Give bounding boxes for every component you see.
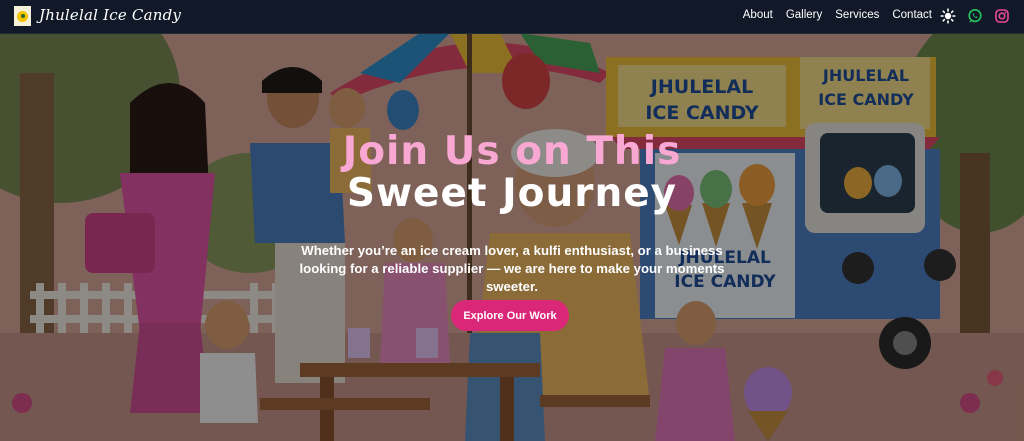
nav-link-services[interactable]: Services (835, 9, 879, 21)
explore-our-work-button[interactable]: Explore Our Work (451, 300, 569, 331)
navbar: Jhulelal Ice Candy About Gallery Service… (0, 0, 1024, 34)
hero-section: JHULELAL ICE CANDY JHULELAL ICE CANDY JH… (0, 33, 1024, 441)
hero-subtitle: Whether you’re an ice cream lover, a kul… (299, 243, 725, 295)
nav-icons (940, 8, 1010, 24)
nav-link-gallery[interactable]: Gallery (786, 9, 822, 21)
nav-link-contact[interactable]: Contact (892, 9, 932, 21)
brand-name[interactable]: Jhulelal Ice Candy (39, 6, 181, 24)
instagram-icon[interactable] (994, 8, 1010, 24)
page: Jhulelal Ice Candy About Gallery Service… (0, 0, 1024, 441)
hero-content: Join Us on This Sweet Journey Whether yo… (0, 33, 1024, 441)
hero-title-line-1: Join Us on This (342, 129, 682, 174)
theme-toggle-icon[interactable] (940, 8, 956, 24)
nav-links: About Gallery Services Contact (743, 9, 932, 21)
ice-candy-logo-icon[interactable] (14, 6, 31, 26)
whatsapp-icon[interactable] (967, 8, 983, 24)
hero-title-line-2: Sweet Journey (346, 171, 678, 216)
nav-link-about[interactable]: About (743, 9, 773, 21)
